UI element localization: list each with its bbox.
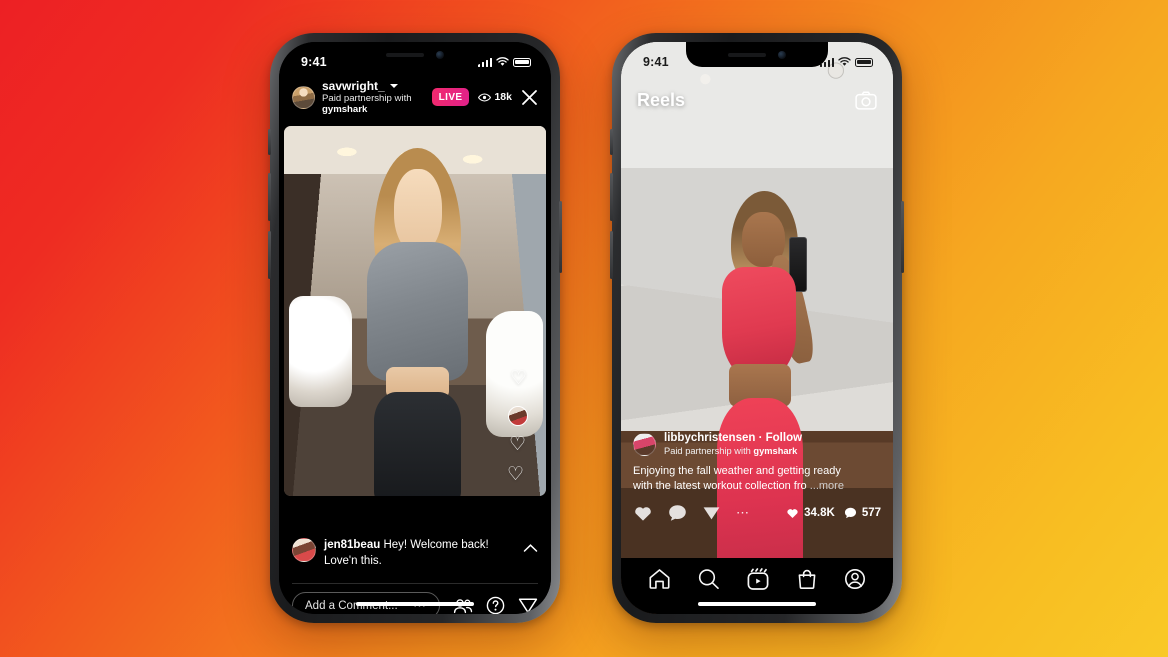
volume-down-button[interactable] (610, 231, 613, 279)
earpiece-speaker (386, 52, 424, 57)
like-count: 34.8K (786, 507, 835, 519)
heart-filled-icon (787, 509, 798, 518)
power-button[interactable] (559, 201, 562, 273)
divider (292, 583, 538, 584)
ellipsis-icon[interactable]: ⋯ (736, 505, 750, 521)
home-indicator[interactable] (698, 601, 816, 606)
wifi-icon (838, 57, 851, 66)
caption-more-link[interactable]: ...more (810, 480, 844, 492)
front-camera (778, 50, 786, 59)
close-icon[interactable] (521, 89, 538, 106)
heart-outline-icon: ♡ (509, 434, 527, 455)
avatar[interactable] (633, 432, 656, 456)
power-button[interactable] (901, 201, 904, 273)
heart-outline-icon: ♡ (510, 368, 528, 389)
notch (686, 42, 828, 67)
live-comment: jen81beau Hey! Welcome back! Love'n this… (279, 538, 551, 569)
reels-action-row: ⋯ 34.8K 577 (633, 504, 881, 522)
live-screen: ♡ ♡ ♡ 9:41 savwright_ Paid partnership w… (279, 42, 551, 614)
home-icon[interactable] (648, 568, 671, 590)
avatar[interactable] (292, 538, 316, 562)
paid-partnership-prefix: Paid partnership with (664, 445, 754, 456)
camera-icon[interactable] (855, 91, 877, 110)
viewer-count-value: 18k (494, 91, 512, 104)
floating-reactions: ♡ ♡ ♡ (498, 368, 538, 488)
reels-username[interactable]: libbychristensen (664, 432, 755, 444)
live-video-feed[interactable]: ♡ ♡ ♡ (284, 126, 546, 496)
status-time: 9:41 (643, 55, 669, 69)
comment-count: 577 (844, 507, 881, 519)
battery-icon (513, 57, 531, 67)
question-circle-icon[interactable] (486, 596, 505, 614)
comment-username[interactable]: jen81beau (324, 539, 380, 551)
earpiece-speaker (728, 52, 766, 57)
chevron-up-icon[interactable] (523, 540, 538, 556)
phone-reels: 9:41 Reels libbychristensen · Follow Pai… (610, 33, 904, 623)
broadcaster-face (393, 169, 442, 253)
front-camera (436, 50, 444, 59)
comment-bubble-icon (844, 507, 856, 519)
paid-partnership-brand: gymshark (322, 104, 368, 116)
reels-icon[interactable] (746, 567, 770, 591)
search-icon[interactable] (697, 568, 720, 590)
status-time: 9:41 (301, 55, 327, 69)
broadcaster-leggings (374, 391, 461, 496)
profile-circle-icon[interactable] (844, 568, 866, 590)
caption-line2: with the latest workout collection fro (633, 480, 810, 493)
decor-pillow-left (289, 296, 353, 408)
reels-screen: 9:41 Reels libbychristensen · Follow Pai… (621, 42, 893, 614)
viewer-count: 18k (478, 91, 512, 103)
home-indicator[interactable] (356, 601, 474, 606)
creator-sports-bra (721, 266, 796, 377)
comment-count-value: 577 (861, 507, 881, 519)
send-icon[interactable] (518, 596, 538, 614)
heart-outline-icon: ♡ (507, 464, 525, 485)
comment-bubble-icon[interactable] (668, 504, 687, 522)
reels-video-feed[interactable] (621, 42, 893, 614)
comment-text-line1: Hey! Welcome back! (380, 539, 489, 551)
reels-header: Reels (621, 90, 893, 111)
paid-partnership-label: Paid partnership with gymshark (322, 93, 432, 116)
live-badge: LIVE (431, 88, 470, 107)
like-count-value: 34.8K (804, 507, 835, 519)
live-header: savwright_ Paid partnership with gymshar… (279, 79, 551, 116)
live-broadcaster (357, 148, 478, 496)
send-icon[interactable] (702, 504, 721, 522)
volume-up-button[interactable] (268, 173, 271, 221)
mute-switch[interactable] (268, 129, 271, 155)
volume-up-button[interactable] (610, 173, 613, 221)
phone-live: ♡ ♡ ♡ 9:41 savwright_ Paid partnership w… (268, 33, 562, 623)
page-title: Reels (637, 90, 686, 110)
paid-partnership-label: Paid partnership with gymshark (664, 446, 802, 457)
paid-partnership-brand: gymshark (753, 445, 798, 456)
eye-icon (478, 93, 492, 102)
avatar[interactable] (292, 85, 315, 109)
shop-bag-icon[interactable] (796, 568, 818, 590)
mute-switch[interactable] (610, 129, 613, 155)
reels-post-meta: libbychristensen · Follow Paid partnersh… (621, 432, 893, 522)
battery-icon (855, 57, 873, 67)
caption-line1: Enjoying the fall weather and getting re… (633, 464, 841, 477)
volume-down-button[interactable] (268, 231, 271, 279)
comment-text-line2: Love'n this. (324, 554, 382, 567)
live-username[interactable]: savwright_ (322, 79, 385, 93)
avatar (508, 406, 528, 426)
heart-filled-icon[interactable] (633, 504, 653, 522)
broadcaster-top (367, 242, 469, 382)
wifi-icon (496, 57, 509, 66)
notch (344, 42, 486, 67)
paid-partnership-prefix: Paid partnership with (322, 93, 412, 105)
reels-creator (703, 190, 823, 614)
reels-caption: Enjoying the fall weather and getting re… (633, 464, 881, 495)
separator: · (755, 431, 766, 444)
follow-button[interactable]: Follow (766, 432, 802, 444)
chevron-down-icon[interactable] (389, 84, 398, 89)
